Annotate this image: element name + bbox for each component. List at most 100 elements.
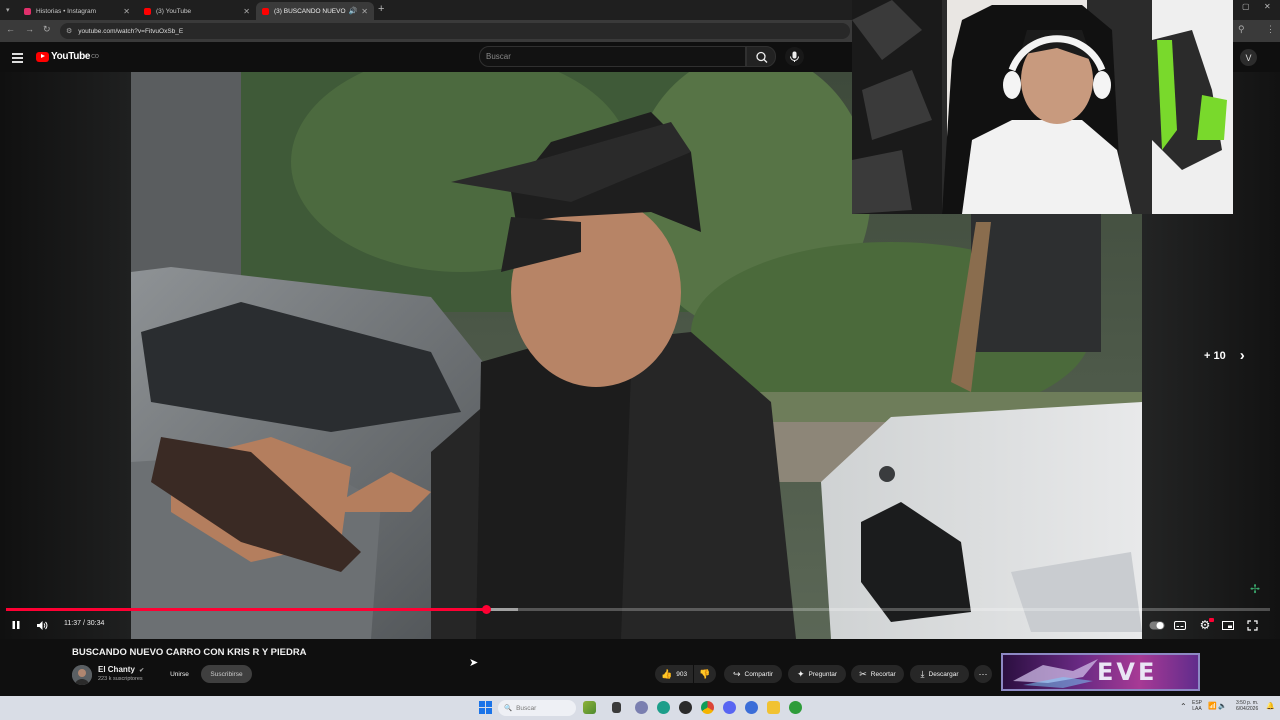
hd-badge-icon <box>1209 618 1214 622</box>
time-display: 11:37 / 30:34 <box>64 620 105 627</box>
notifications-icon[interactable]: 🔔 <box>1266 702 1275 710</box>
voice-search-button[interactable] <box>785 47 804 66</box>
tab-label: (3) BUSCANDO NUEVO CA <box>274 7 347 15</box>
miniplayer-icon <box>1222 620 1234 630</box>
channel-name[interactable]: El Chanty ✔ <box>98 665 144 674</box>
back-icon[interactable]: ← <box>6 24 15 34</box>
settings-button[interactable]: ⚙ <box>1197 618 1214 632</box>
search-input[interactable]: Buscar <box>479 46 746 67</box>
region-code: CO <box>91 53 99 60</box>
task-view-icon[interactable] <box>612 702 621 713</box>
sparkle-icon: ✦ <box>796 668 805 679</box>
instagram-favicon-icon <box>24 7 31 15</box>
fullscreen-button[interactable] <box>1245 618 1259 632</box>
tab-search-icon[interactable]: ▾ <box>6 6 10 14</box>
youtube-logo[interactable]: YouTube CO <box>36 51 99 62</box>
fullscreen-icon <box>1246 619 1258 631</box>
taskbar-search-placeholder: Buscar <box>516 704 537 712</box>
progress-played <box>6 608 487 611</box>
taskbar-search-input[interactable]: 🔍 Buscar <box>498 700 576 716</box>
account-avatar[interactable]: V <box>1240 49 1257 66</box>
thumbs-down-icon: 👎 <box>699 668 711 679</box>
miniplayer-button[interactable] <box>1221 618 1235 632</box>
channel-avatar[interactable] <box>72 665 92 685</box>
logo-text: YouTube <box>51 51 91 62</box>
video-title: BUSCANDO NUEVO CARRO CON KRIS R Y PIEDRA <box>72 647 307 658</box>
tab-youtube-video[interactable]: (3) BUSCANDO NUEVO CA 🔊 ✕ <box>256 2 374 20</box>
tab-label: (3) YouTube <box>156 7 192 15</box>
feather-watermark-icon: ✢ <box>1250 582 1261 596</box>
chevron-right-icon: › <box>1239 347 1245 364</box>
reload-icon[interactable]: ↻ <box>43 24 51 35</box>
new-tab-button[interactable]: + <box>378 3 384 15</box>
copilot-icon[interactable] <box>635 701 648 714</box>
share-button[interactable]: ↪ Compartir <box>724 665 782 683</box>
share-icon: ↪ <box>732 668 741 679</box>
clip-label: Recortar <box>870 670 896 678</box>
thumbs-up-icon: 👍 <box>661 668 673 679</box>
channel-name-text: El Chanty <box>98 665 135 674</box>
pause-button[interactable] <box>9 618 23 632</box>
edge-icon[interactable] <box>657 701 670 714</box>
volume-tray-icon[interactable]: 🔈 <box>1218 702 1227 710</box>
more-actions-button[interactable]: ⋯ <box>974 665 992 683</box>
forward-icon[interactable]: → <box>25 24 34 34</box>
address-bar[interactable]: ⚙ youtube.com/watch?v=FitvuOxSb_E <box>60 23 850 39</box>
app-icon[interactable] <box>745 701 758 714</box>
like-count: 903 <box>676 670 688 678</box>
dislike-button[interactable]: 👎 <box>694 665 716 683</box>
tray-chevron-icon[interactable]: ⌃ <box>1180 702 1187 711</box>
volume-button[interactable] <box>34 618 50 632</box>
obs-icon[interactable] <box>679 701 692 714</box>
close-tab-icon[interactable]: ✕ <box>123 7 130 16</box>
tab-instagram[interactable]: Historias • Instagram ✕ <box>18 2 136 20</box>
download-button[interactable]: ⤓ Descargar <box>910 665 969 683</box>
streamer-webcam-image <box>852 0 1233 214</box>
mouse-cursor-icon: ➤ <box>469 657 479 669</box>
hamburger-menu-icon[interactable] <box>12 53 23 65</box>
maximize-window-icon[interactable]: ▢ <box>1242 2 1250 11</box>
webcam-overlay <box>852 0 1233 214</box>
download-icon: ⤓ <box>920 668 925 679</box>
site-info-icon[interactable]: ⚙ <box>66 27 72 35</box>
subtitles-icon <box>1174 620 1186 630</box>
chrome-icon[interactable] <box>701 701 714 714</box>
search-button[interactable] <box>746 46 776 67</box>
audio-playing-icon[interactable]: 🔊 <box>349 7 358 15</box>
next-videos-button[interactable]: + 10 › <box>1204 347 1245 364</box>
subtitles-button[interactable] <box>1173 618 1187 632</box>
progress-scrubber[interactable] <box>481 605 491 614</box>
account-initial: V <box>1245 52 1252 63</box>
widgets-icon[interactable] <box>583 701 596 714</box>
input-language-indicator[interactable]: ESP LAA <box>1192 700 1202 712</box>
autoplay-toggle-icon <box>1149 621 1164 629</box>
tab-label: Historias • Instagram <box>36 7 97 15</box>
scissors-icon: ✂ <box>859 668 867 679</box>
tab-youtube-home[interactable]: (3) YouTube ✕ <box>138 2 256 20</box>
close-tab-icon[interactable]: ✕ <box>361 7 368 16</box>
close-tab-icon[interactable]: ✕ <box>243 7 250 16</box>
network-icon[interactable]: 📶 <box>1208 702 1217 710</box>
url-text: youtube.com/watch?v=FitvuOxSb_E <box>78 27 184 35</box>
xbox-icon[interactable] <box>789 701 802 714</box>
join-button[interactable]: Unirse <box>165 665 194 683</box>
clip-button[interactable]: ✂ Recortar <box>851 665 904 683</box>
progress-buffered <box>486 608 518 611</box>
ambient-glow-left <box>0 72 131 639</box>
file-explorer-icon[interactable] <box>767 701 780 714</box>
like-button[interactable]: 👍 903 <box>655 665 693 683</box>
browser-menu-icon[interactable]: ⋮ <box>1266 24 1275 35</box>
windows-logo-icon <box>479 701 492 714</box>
subscribe-button[interactable]: Suscribirse <box>201 665 252 683</box>
autoplay-toggle[interactable] <box>1148 618 1165 632</box>
close-window-icon[interactable]: ✕ <box>1264 2 1271 11</box>
verified-check-icon: ✔ <box>139 668 145 674</box>
pause-icon <box>12 621 20 629</box>
start-button[interactable] <box>479 701 492 719</box>
search-placeholder: Buscar <box>486 52 511 61</box>
discord-icon[interactable] <box>723 701 736 714</box>
channel-avatar-image <box>72 665 92 685</box>
taskbar-clock[interactable]: 3:50 p. m. 6/04/2026 <box>1236 700 1258 712</box>
ask-button[interactable]: ✦ Preguntar <box>788 665 846 683</box>
extensions-icon[interactable]: ⚲ <box>1238 24 1245 35</box>
